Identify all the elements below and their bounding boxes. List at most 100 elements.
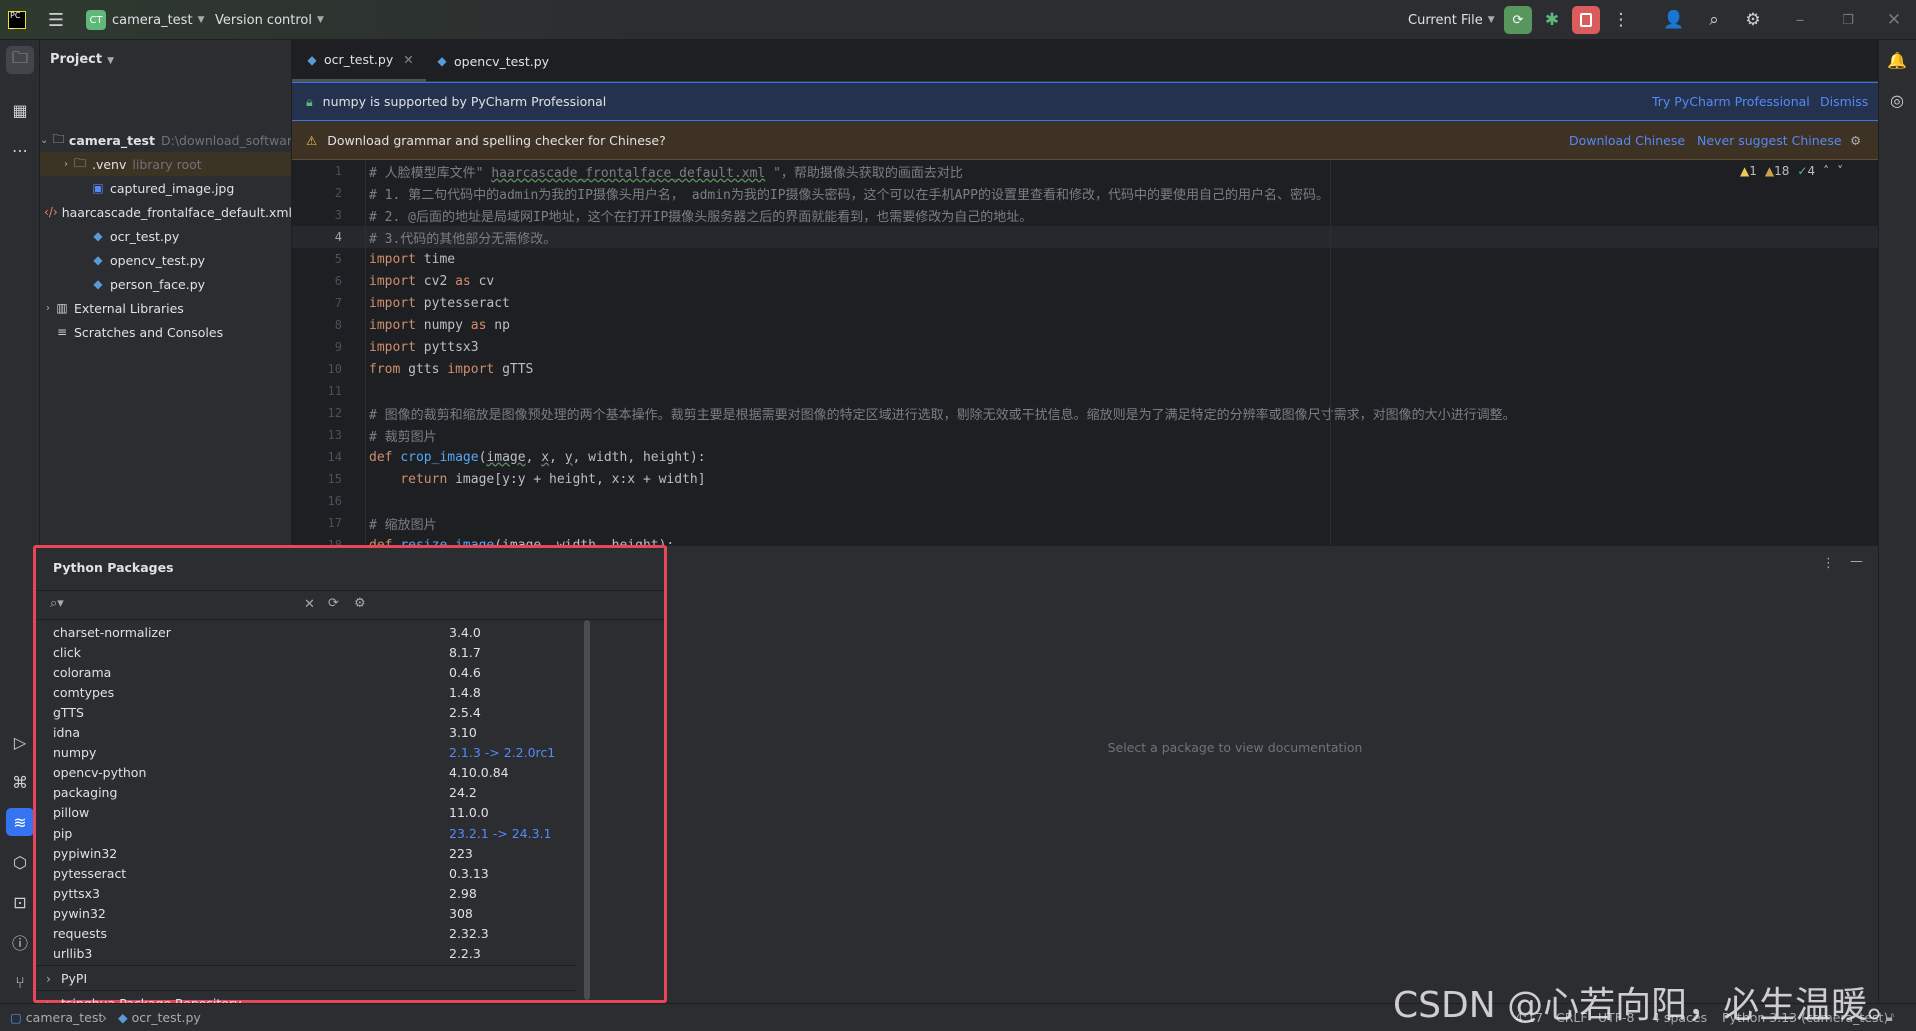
package-row[interactable]: pyttsx3 2.98 <box>53 883 593 903</box>
tree-item[interactable]: ≡ Scratches and Consoles <box>40 320 291 344</box>
tree-item[interactable]: › ▥ External Libraries <box>40 296 291 320</box>
download-chinese-link[interactable]: Download Chinese <box>1569 133 1685 148</box>
package-row[interactable]: click 8.1.7 <box>53 642 593 662</box>
problems-icon[interactable]: ⓘ <box>6 928 34 956</box>
close-tab-icon[interactable]: ✕ <box>403 52 413 67</box>
project-panel-title[interactable]: Project ▼ <box>50 52 114 67</box>
terminal-icon[interactable]: ⊡ <box>6 888 34 916</box>
package-row[interactable]: opencv-python 4.10.0.84 <box>53 763 593 783</box>
tree-item[interactable]: › 🗀 .venv library root <box>40 152 291 176</box>
package-search-bar[interactable]: ⌕▾ ✕ ⟳ ⚙ <box>36 590 664 620</box>
package-row[interactable]: pillow 11.0.0 <box>53 803 593 823</box>
tree-item[interactable]: ‹/› haarcascade_frontalface_default.xml <box>40 200 291 224</box>
tree-item[interactable]: ▣ captured_image.jpg <box>40 176 291 200</box>
tree-item[interactable]: ⌄ 🗀 camera_test D:\download_softwar <box>40 128 291 152</box>
package-row[interactable]: requests 2.32.3 <box>53 924 593 944</box>
code-line[interactable]: 4 # 3.代码的其他部分无需修改。 <box>292 226 1878 248</box>
code-line[interactable]: 3 # 2. @后面的地址是局域网IP地址，这个在打开IP摄像头服务器之后的界面就… <box>292 204 1878 226</box>
dismiss-link[interactable]: Dismiss <box>1820 94 1868 109</box>
python-packages-layers-icon[interactable]: ≋ <box>6 808 34 836</box>
code-editor[interactable]: 1 # 人脸模型库文件" haarcascade_frontalface_defa… <box>292 160 1878 545</box>
code-line[interactable]: 8 import numpy as np <box>292 314 1878 336</box>
ai-assistant-icon[interactable]: ◎ <box>1883 86 1911 114</box>
code-line[interactable]: 17 # 缩放图片 <box>292 512 1878 534</box>
code-line[interactable]: 7 import pytesseract <box>292 292 1878 314</box>
try-professional-link[interactable]: Try PyCharm Professional <box>1652 94 1810 109</box>
package-list-scrollbar[interactable] <box>584 620 590 1000</box>
package-row[interactable]: pywin32 308 <box>53 903 593 923</box>
run-tool-icon[interactable]: ▷ <box>6 728 34 756</box>
package-row[interactable]: pypiwin32 223 <box>53 843 593 863</box>
package-version-update[interactable]: 23.2.1 -> 24.3.1 <box>449 826 551 841</box>
tree-item[interactable]: ◆ opencv_test.py <box>40 248 291 272</box>
package-row[interactable]: gTTS 2.5.4 <box>53 702 593 722</box>
services-icon[interactable]: ⬡ <box>6 848 34 876</box>
package-row[interactable]: packaging 24.2 <box>53 783 593 803</box>
code-line[interactable]: 10 from gtts import gTTS <box>292 358 1878 380</box>
add-user-icon[interactable]: 👤 <box>1660 6 1688 34</box>
code-line[interactable]: 2 # 1. 第二句代码中的admin为我的IP摄像头用户名， admin为我的I… <box>292 182 1878 204</box>
more-actions-button[interactable]: ⋮ <box>1607 6 1635 34</box>
package-row[interactable]: pytesseract 0.3.13 <box>53 863 593 883</box>
code-line[interactable]: 14 def crop_image(image, x, y, width, hei… <box>292 446 1878 468</box>
run-config-selector[interactable]: Current File ▼ <box>1408 0 1495 40</box>
package-version-update[interactable]: 2.1.3 -> 2.2.0rc1 <box>449 745 555 760</box>
more-tools-icon[interactable]: ⋯ <box>6 136 34 164</box>
project-switcher[interactable]: CT camera_test ▼ <box>86 0 204 40</box>
close-window-button[interactable]: ✕ <box>1880 6 1908 34</box>
package-row[interactable]: urllib3 2.2.3 <box>53 944 593 964</box>
package-row[interactable]: comtypes 1.4.8 <box>53 682 593 702</box>
package-row[interactable]: idna 3.10 <box>53 723 593 743</box>
expand-toggle-icon[interactable]: › <box>40 303 54 314</box>
next-highlight-icon[interactable]: ˅ <box>1837 164 1843 178</box>
code-line[interactable]: 6 import cv2 as cv <box>292 270 1878 292</box>
expand-toggle-icon[interactable]: ⌄ <box>40 135 52 146</box>
expand-toggle-icon[interactable]: › <box>40 159 72 170</box>
package-row[interactable]: numpy 2.1.3 -> 2.2.0rc1 <box>53 743 593 763</box>
breadcrumb-project[interactable]: ▢ camera_test <box>10 1010 103 1025</box>
restore-window-button[interactable]: ❐ <box>1834 6 1862 34</box>
code-line[interactable]: 1 # 人脸模型库文件" haarcascade_frontalface_defa… <box>292 160 1878 182</box>
expand-chevron-icon[interactable]: › <box>46 971 51 986</box>
never-suggest-link[interactable]: Never suggest Chinese <box>1697 133 1842 148</box>
tree-item[interactable]: ◆ ocr_test.py <box>40 224 291 248</box>
package-row[interactable]: colorama 0.4.6 <box>53 662 593 682</box>
tab-ocr-test[interactable]: ◆ ocr_test.py ✕ <box>292 40 426 82</box>
breadcrumb-file[interactable]: ◆ ocr_test.py <box>118 1010 201 1025</box>
tree-item[interactable]: ◆ person_face.py <box>40 272 291 296</box>
notifications-bell-icon[interactable]: 🔔 <box>1883 46 1911 74</box>
code-line[interactable]: 16 <box>292 490 1878 512</box>
rerun-button[interactable]: ⟳ <box>1504 6 1532 34</box>
python-console-icon[interactable]: ⌘ <box>6 768 34 796</box>
git-branch-icon[interactable]: ⑂ <box>6 968 34 996</box>
collapse-all-icon[interactable]: ✕ <box>304 597 315 612</box>
settings-gear-icon[interactable]: ⚙ <box>354 596 366 611</box>
code-line[interactable]: 13 # 裁剪图片 <box>292 424 1878 446</box>
search-icon[interactable]: ⌕ <box>1700 6 1728 34</box>
options-menu-icon[interactable]: ⋮ <box>1822 556 1835 571</box>
hide-panel-icon[interactable]: — <box>1850 554 1863 569</box>
inspections-widget[interactable]: ▲1 ▲18 ✓4 ˄ ˅ <box>1740 164 1843 178</box>
banner-settings-gear-icon[interactable]: ⚙ <box>1850 133 1861 148</box>
code-line[interactable]: 5 import time <box>292 248 1878 270</box>
package-row[interactable]: charset-normalizer 3.4.0 <box>53 622 593 642</box>
repository-group[interactable]: › PyPI <box>36 965 576 990</box>
stop-button[interactable] <box>1572 6 1600 34</box>
debug-button[interactable]: ✱ <box>1538 6 1566 34</box>
structure-icon[interactable]: ▦ <box>6 96 34 124</box>
code-line[interactable]: 15 return image[y:y + height, x:x + widt… <box>292 468 1878 490</box>
search-icon[interactable]: ⌕▾ <box>50 596 64 611</box>
minimize-window-button[interactable]: – <box>1786 6 1814 34</box>
refresh-icon[interactable]: ⟳ <box>328 596 339 611</box>
code-line[interactable]: 18 def resize_image(image, width, height)… <box>292 534 1878 546</box>
tab-opencv-test[interactable]: ◆ opencv_test.py <box>422 40 561 82</box>
main-menu-icon[interactable]: ☰ <box>42 6 70 34</box>
package-row[interactable]: pip 23.2.1 -> 24.3.1 <box>53 823 593 843</box>
settings-gear-icon[interactable]: ⚙ <box>1739 6 1767 34</box>
previous-highlight-icon[interactable]: ˄ <box>1823 164 1829 178</box>
version-control-menu[interactable]: Version control ▼ <box>215 0 324 40</box>
code-line[interactable]: 11 <box>292 380 1878 402</box>
code-line[interactable]: 12 # 图像的裁剪和缩放是图像预处理的两个基本操作。裁剪主要是根据需要对图像的特… <box>292 402 1878 424</box>
code-line[interactable]: 9 import pyttsx3 <box>292 336 1878 358</box>
project-tool-folder-icon[interactable]: 🗀 <box>6 46 34 74</box>
